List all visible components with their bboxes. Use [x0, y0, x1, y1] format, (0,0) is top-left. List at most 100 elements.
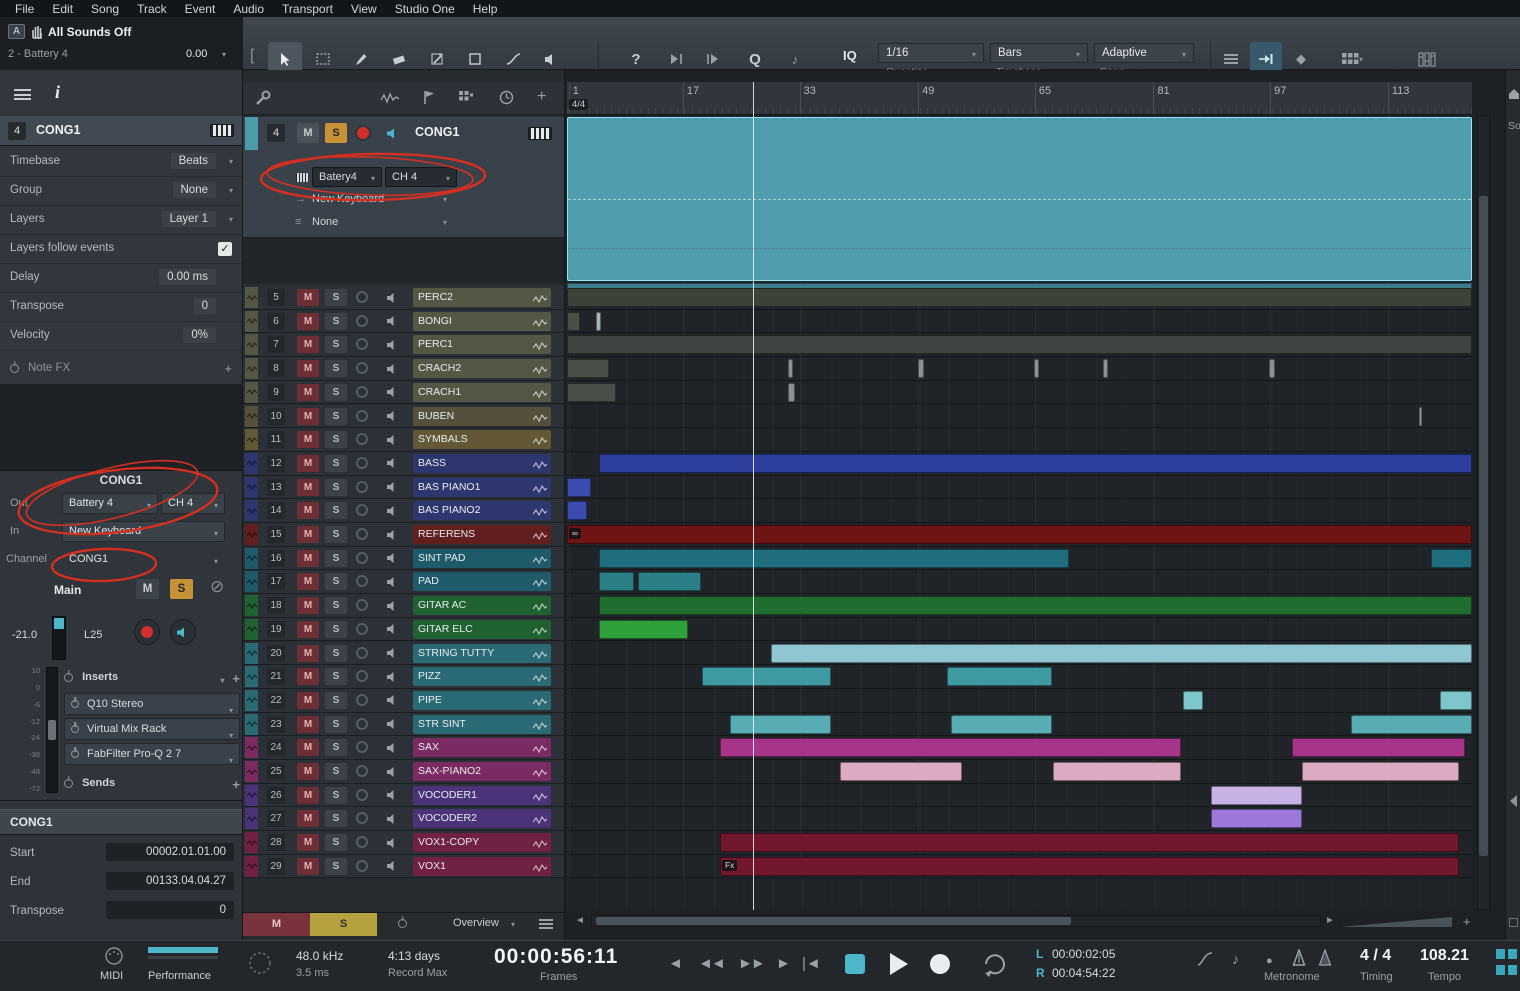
time-format-label[interactable]: Frames	[540, 971, 577, 983]
mute-button[interactable]: M	[297, 810, 319, 827]
power-icon[interactable]	[398, 919, 407, 928]
scrollbar-handle[interactable]	[596, 917, 1071, 925]
insert-slot[interactable]: FabFilter Pro-Q 2 7▾	[64, 743, 240, 765]
record-arm-button[interactable]	[355, 125, 371, 141]
solo-button[interactable]: S	[325, 550, 347, 567]
monitor-button[interactable]	[385, 338, 399, 351]
menu-item-song[interactable]: Song	[82, 2, 128, 16]
mute-button[interactable]: M	[297, 834, 319, 851]
monitor-button[interactable]	[385, 860, 399, 873]
zoom-in-icon[interactable]: +	[1463, 914, 1471, 929]
monitor-button[interactable]	[385, 410, 399, 423]
mute-button[interactable]: M	[297, 455, 319, 472]
home-icon[interactable]	[1508, 88, 1520, 100]
overview-selector[interactable]: Overview	[453, 917, 499, 929]
clip[interactable]	[720, 738, 1182, 757]
mute-button[interactable]: M	[297, 597, 319, 614]
solo-button[interactable]: S	[325, 384, 347, 401]
record-arm-button[interactable]	[356, 860, 368, 872]
clip[interactable]	[1431, 549, 1472, 568]
clip[interactable]	[771, 644, 1472, 663]
mute-button[interactable]: M	[297, 645, 319, 662]
clip[interactable]	[567, 501, 587, 520]
track-row[interactable]: 24MSSAX	[243, 736, 564, 760]
record-arm-button[interactable]	[356, 694, 368, 706]
mute-button[interactable]: M	[297, 550, 319, 567]
no-automation-icon[interactable]: ⊘	[210, 577, 224, 597]
monitor-button[interactable]	[385, 694, 399, 707]
loop-button[interactable]	[978, 949, 1012, 979]
clip[interactable]	[567, 383, 616, 402]
clip[interactable]	[1211, 809, 1302, 828]
mute-button[interactable]: M	[297, 526, 319, 543]
menu-item-file[interactable]: File	[6, 2, 43, 16]
list-options-icon[interactable]	[539, 919, 553, 929]
hamburger-menu-icon[interactable]	[14, 89, 31, 100]
out-channel-dropdown[interactable]: CH 4▾	[161, 493, 225, 514]
clip[interactable]	[1103, 359, 1108, 378]
record-arm-button[interactable]	[356, 718, 368, 730]
performance-label[interactable]: Performance	[148, 970, 211, 982]
volume-fader[interactable]	[46, 667, 58, 793]
monitor-button[interactable]	[385, 386, 399, 399]
solo-button[interactable]: S	[325, 336, 347, 353]
track-row[interactable]: 19MSGITAR ELC	[243, 618, 564, 642]
monitor-button[interactable]	[385, 789, 399, 802]
monitor-button[interactable]	[385, 718, 399, 731]
mute-button[interactable]: M	[297, 384, 319, 401]
mute-button[interactable]: M	[297, 289, 319, 306]
record-arm-button[interactable]	[356, 504, 368, 516]
clip[interactable]	[788, 383, 795, 402]
automation-value[interactable]: None	[312, 216, 338, 228]
global-solo-button[interactable]: S	[310, 913, 377, 936]
solo-button[interactable]: S	[325, 668, 347, 685]
event-row-value[interactable]: 00002.01.01.00	[106, 843, 234, 861]
mute-button[interactable]: M	[297, 502, 319, 519]
clip[interactable]: Fx	[720, 857, 1459, 876]
monitor-button[interactable]	[385, 362, 399, 375]
clip[interactable]	[567, 288, 1472, 307]
grid-icon[interactable]	[459, 91, 473, 104]
mute-button[interactable]: M	[297, 858, 319, 875]
channel-record-button[interactable]	[134, 619, 160, 645]
scroll-left-arrow[interactable]: ◄	[575, 915, 585, 926]
solo-button[interactable]: S	[325, 739, 347, 756]
inspector-row-value[interactable]: 0	[194, 298, 216, 314]
solo-button[interactable]: S	[325, 289, 347, 306]
record-arm-button[interactable]	[356, 552, 368, 564]
clip[interactable]	[947, 667, 1052, 686]
record-button[interactable]	[930, 954, 950, 974]
device-name[interactable]: 2 - Battery 4	[8, 48, 68, 60]
menu-item-transport[interactable]: Transport	[273, 2, 342, 16]
track-row[interactable]: 22MSPIPE	[243, 689, 564, 713]
next-marker-button[interactable]: ►	[776, 955, 789, 972]
mute-button[interactable]: M	[297, 313, 319, 330]
loop-left-value[interactable]: 00:00:02:05	[1052, 947, 1115, 961]
fader-handle[interactable]	[48, 720, 56, 740]
monitor-button[interactable]	[385, 504, 399, 517]
tempo-value[interactable]: 108.21	[1420, 947, 1469, 965]
event-row-value[interactable]: 00133.04.04.27	[106, 872, 234, 890]
track-row[interactable]: 26MSVOCODER1	[243, 784, 564, 808]
monitor-button[interactable]	[385, 528, 399, 541]
arrange-lanes[interactable]: ∞Fx	[567, 115, 1472, 910]
clip[interactable]	[1211, 786, 1302, 805]
info-icon[interactable]: i	[55, 82, 60, 103]
mute-button[interactable]: M	[297, 716, 319, 733]
in-device-dropdown[interactable]: New Keyboard▾	[62, 521, 225, 542]
menu-item-audio[interactable]: Audio	[224, 2, 273, 16]
record-arm-button[interactable]	[356, 362, 368, 374]
browser-tab-label[interactable]: So	[1508, 120, 1520, 132]
metronome-settings-icon[interactable]	[1318, 949, 1332, 967]
flag-icon[interactable]	[423, 90, 435, 105]
solo-button[interactable]: S	[325, 834, 347, 851]
swing-icon[interactable]	[1196, 951, 1214, 967]
plus-icon[interactable]: +	[224, 361, 232, 376]
expand-panel-arrow[interactable]	[1510, 795, 1517, 807]
track-row[interactable]: 15MSREFERENS	[243, 523, 564, 547]
clip[interactable]	[1034, 359, 1039, 378]
inspector-row-value[interactable]: 0%	[183, 327, 216, 343]
clip[interactable]	[599, 596, 1472, 615]
channel-monitor-button[interactable]	[170, 619, 196, 645]
monitor-button[interactable]	[385, 433, 399, 446]
